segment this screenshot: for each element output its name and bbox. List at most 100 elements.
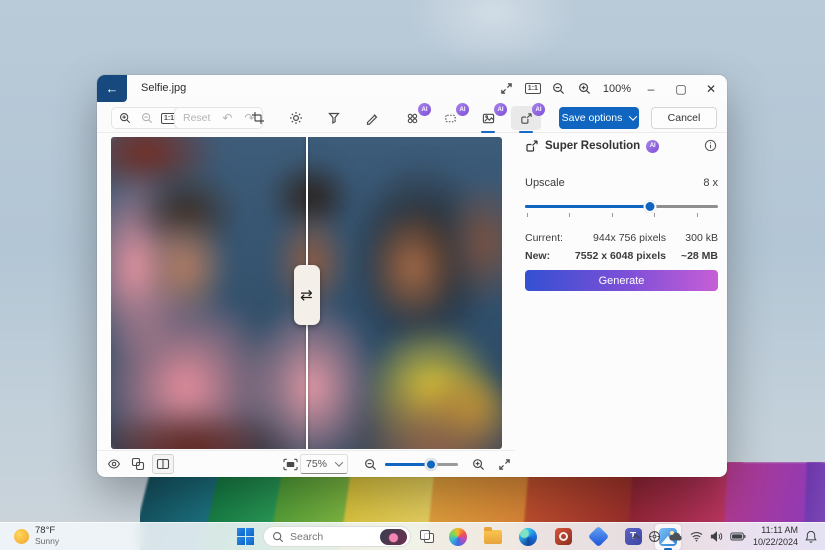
zoom-percent-dropdown[interactable]: 75% xyxy=(300,454,348,474)
zoom-slider-thumb[interactable] xyxy=(424,458,438,471)
zoom-out-icon[interactable] xyxy=(547,78,571,100)
ai-badge: AI xyxy=(532,103,545,116)
upscale-label: Upscale xyxy=(525,177,565,189)
zoom-in-icon[interactable] xyxy=(573,78,597,100)
fullscreen-icon[interactable] xyxy=(493,454,515,474)
zoom-out-icon[interactable] xyxy=(137,109,157,127)
ai-badge: AI xyxy=(418,103,431,116)
canvas-zoom-group: 1:1 xyxy=(111,107,183,129)
wifi-icon[interactable] xyxy=(690,531,703,542)
ai-badge: AI xyxy=(646,139,660,153)
cancel-label: Cancel xyxy=(667,112,701,124)
taskbar-app-dev-home[interactable] xyxy=(585,524,611,550)
battery-icon[interactable] xyxy=(730,532,746,541)
zoom-in-icon[interactable] xyxy=(467,454,489,474)
ai-super-resolution-button[interactable]: AI xyxy=(511,103,545,133)
tray-app-icon[interactable] xyxy=(648,530,661,543)
ai-auto-enhance-button[interactable]: AI xyxy=(397,103,431,130)
desktop: ← Selfie.jpg 1:1 100% – ▢ ✕ 1:1 Reset ↶ … xyxy=(0,0,825,550)
new-label: New: xyxy=(525,250,551,262)
upscale-value: 8 x xyxy=(703,177,718,189)
taskbar-app-file-explorer[interactable] xyxy=(480,524,506,550)
clock-time: 11:11 AM xyxy=(761,525,798,536)
fit-to-screen-icon[interactable] xyxy=(279,454,301,474)
weather-widget[interactable]: 78°F Sunny xyxy=(14,525,60,547)
close-button[interactable]: ✕ xyxy=(697,77,725,101)
crop-icon[interactable] xyxy=(245,107,271,129)
super-resolution-panel: Super Resolution AI Upscale 8 x Current:… xyxy=(525,137,718,469)
active-underline xyxy=(519,131,533,133)
save-options-button[interactable]: Save options xyxy=(559,107,639,129)
compare-slider-handle[interactable]: ⇄ xyxy=(293,265,320,325)
taskbar: 78°F Sunny T xyxy=(0,522,825,550)
taskbar-app-copilot[interactable] xyxy=(445,524,471,550)
ai-erase-button[interactable]: AI xyxy=(435,103,469,130)
before-blur-overlay xyxy=(111,137,307,449)
save-options-label: Save options xyxy=(561,112,623,124)
new-size-row: New: 7552 x 6048 pixels ~28 MB xyxy=(525,250,718,262)
panel-title: Super Resolution xyxy=(545,140,641,152)
new-pixels: 7552 x 6048 pixels xyxy=(574,250,666,262)
undo-icon[interactable]: ↶ xyxy=(217,109,237,127)
wallpaper-glow xyxy=(408,0,578,68)
search-icon xyxy=(272,531,284,542)
super-resolution-icon xyxy=(526,140,538,152)
chevron-down-icon xyxy=(334,458,344,467)
preview-eye-icon[interactable] xyxy=(103,454,125,474)
start-button[interactable] xyxy=(237,528,254,545)
zoom-in-icon[interactable] xyxy=(115,109,135,127)
generate-button[interactable]: Generate xyxy=(525,270,718,291)
photo-canvas[interactable]: ⇄ xyxy=(111,137,502,449)
maximize-button[interactable]: ▢ xyxy=(667,77,695,101)
cancel-button[interactable]: Cancel xyxy=(651,107,717,129)
current-filesize: 300 kB xyxy=(685,232,718,244)
sun-icon xyxy=(14,529,29,544)
minimize-button[interactable]: – xyxy=(637,77,665,101)
search-highlight-image xyxy=(380,528,407,545)
fullscreen-icon[interactable] xyxy=(495,78,519,100)
back-button[interactable]: ← xyxy=(97,75,127,102)
canvas-zoom-level: 100% xyxy=(602,82,631,95)
zoom-out-icon[interactable] xyxy=(359,454,381,474)
copilot-icon xyxy=(449,527,467,546)
ai-badge: AI xyxy=(494,103,507,116)
edit-toolbar: 1:1 Reset ↶ ↷ AI AI AI AI Save options C… xyxy=(97,102,727,133)
filter-icon[interactable] xyxy=(321,107,347,129)
adjust-light-icon[interactable] xyxy=(283,107,309,129)
reset-button[interactable]: Reset xyxy=(178,112,215,124)
slider-fill xyxy=(525,205,651,208)
info-icon[interactable] xyxy=(704,139,718,153)
search-box[interactable] xyxy=(263,526,411,547)
task-view-button[interactable] xyxy=(420,529,436,544)
statusbar: 75% xyxy=(97,450,515,477)
ai-background-button[interactable]: AI xyxy=(473,103,507,133)
ai-badge: AI xyxy=(456,103,469,116)
dev-home-icon xyxy=(587,525,609,548)
taskbar-app-edge[interactable] xyxy=(515,524,541,550)
zoom-slider[interactable] xyxy=(385,458,458,471)
clock-date: 10/22/2024 xyxy=(752,536,798,547)
current-size-row: Current: 944x 756 pixels 300 kB xyxy=(525,232,718,244)
taskbar-app-microsoft-365[interactable] xyxy=(550,524,576,550)
tray-chevron-up-icon[interactable] xyxy=(631,533,641,541)
compare-icon[interactable] xyxy=(127,454,149,474)
volume-icon[interactable] xyxy=(710,531,723,542)
search-input[interactable] xyxy=(290,530,374,543)
window-title: Selfie.jpg xyxy=(141,82,187,94)
split-view-icon[interactable] xyxy=(152,454,174,474)
slider-ticks xyxy=(525,212,718,217)
weather-condition: Sunny xyxy=(35,536,60,547)
onedrive-cloud-icon[interactable] xyxy=(668,531,683,542)
file-explorer-icon xyxy=(484,526,502,544)
clock[interactable]: 11:11 AM 10/22/2024 xyxy=(753,525,798,548)
markup-pen-icon[interactable] xyxy=(359,107,385,129)
edge-icon xyxy=(519,527,537,546)
chevron-down-icon xyxy=(629,112,638,121)
actual-size-icon[interactable]: 1:1 xyxy=(521,78,545,100)
new-filesize: ~28 MB xyxy=(680,250,718,262)
panel-header: Super Resolution AI xyxy=(525,137,718,155)
microsoft-365-icon xyxy=(554,528,572,545)
upscale-slider[interactable] xyxy=(525,199,718,217)
titlebar: ← Selfie.jpg 1:1 100% – ▢ ✕ xyxy=(97,75,727,102)
notification-bell-icon[interactable] xyxy=(805,530,817,543)
